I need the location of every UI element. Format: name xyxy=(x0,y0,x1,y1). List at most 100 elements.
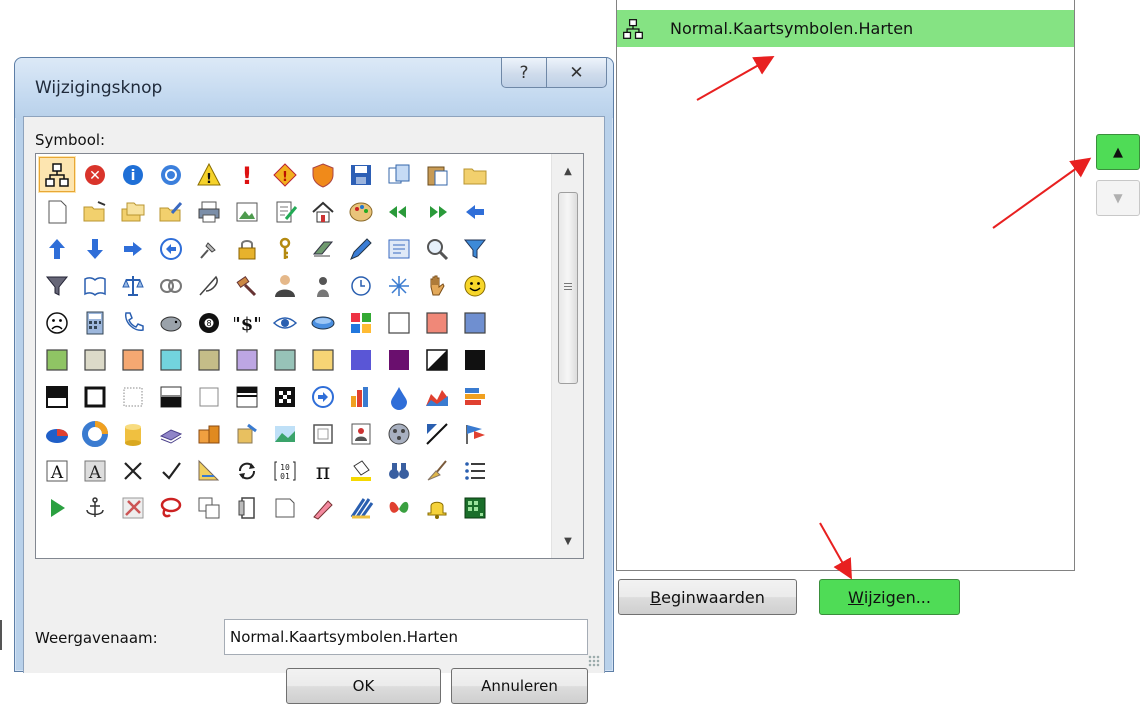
symbol-cell[interactable] xyxy=(228,378,266,415)
symbol-cell[interactable] xyxy=(304,193,342,230)
close-button[interactable]: ✕ xyxy=(547,58,607,88)
symbol-cell[interactable] xyxy=(38,230,76,267)
symbol-cell[interactable] xyxy=(190,230,228,267)
symbol-cell[interactable] xyxy=(456,304,494,341)
symbol-cell[interactable] xyxy=(342,230,380,267)
symbol-cell[interactable] xyxy=(38,267,76,304)
symbol-cell[interactable] xyxy=(152,230,190,267)
symbol-cell[interactable] xyxy=(380,267,418,304)
symbol-cell[interactable] xyxy=(152,304,190,341)
symbol-cell[interactable] xyxy=(380,341,418,378)
symbol-cell[interactable] xyxy=(342,193,380,230)
symbol-cell[interactable] xyxy=(114,341,152,378)
symbol-cell[interactable] xyxy=(304,230,342,267)
symbol-cell[interactable] xyxy=(456,378,494,415)
symbol-cell[interactable] xyxy=(152,341,190,378)
symbol-cell[interactable] xyxy=(266,489,304,526)
symbol-cell[interactable] xyxy=(76,341,114,378)
symbol-cell[interactable] xyxy=(418,415,456,452)
symbol-cell[interactable] xyxy=(304,378,342,415)
symbol-cell[interactable] xyxy=(38,489,76,526)
symbol-cell[interactable] xyxy=(418,452,456,489)
symbol-cell[interactable] xyxy=(456,489,494,526)
display-name-input[interactable] xyxy=(224,619,588,655)
symbol-cell[interactable] xyxy=(190,415,228,452)
symbol-cell[interactable] xyxy=(342,378,380,415)
symbol-cell[interactable]: ✕ xyxy=(76,156,114,193)
modify-button[interactable]: Wijzigen... xyxy=(819,579,960,615)
symbol-cell[interactable] xyxy=(38,193,76,230)
symbol-cell[interactable] xyxy=(152,156,190,193)
symbol-cell[interactable] xyxy=(114,193,152,230)
symbol-cell[interactable] xyxy=(304,415,342,452)
symbol-cell[interactable] xyxy=(76,489,114,526)
symbol-cell[interactable] xyxy=(114,378,152,415)
symbol-cell[interactable]: 8 xyxy=(190,304,228,341)
symbol-cell[interactable] xyxy=(152,489,190,526)
symbol-cell[interactable] xyxy=(190,489,228,526)
symbol-cell[interactable] xyxy=(456,415,494,452)
symbol-cell[interactable]: "$" xyxy=(228,304,266,341)
symbol-cell[interactable] xyxy=(38,341,76,378)
size-grip-icon[interactable] xyxy=(588,655,600,667)
symbol-cell[interactable] xyxy=(456,193,494,230)
symbol-cell[interactable] xyxy=(190,267,228,304)
move-up-button[interactable]: ▲ xyxy=(1096,134,1140,170)
symbol-cell[interactable] xyxy=(114,452,152,489)
symbol-cell[interactable] xyxy=(380,489,418,526)
symbol-cell[interactable] xyxy=(38,304,76,341)
reset-button[interactable]: Beginwaarden xyxy=(618,579,797,615)
symbol-cell[interactable] xyxy=(380,378,418,415)
symbol-cell[interactable] xyxy=(228,341,266,378)
scroll-thumb[interactable] xyxy=(558,192,578,384)
symbol-cell[interactable] xyxy=(76,267,114,304)
symbol-cell[interactable] xyxy=(152,378,190,415)
symbol-cell[interactable] xyxy=(266,230,304,267)
symbol-cell[interactable] xyxy=(380,452,418,489)
symbol-cell[interactable] xyxy=(342,267,380,304)
symbol-cell[interactable] xyxy=(456,230,494,267)
symbol-cell[interactable] xyxy=(418,193,456,230)
symbol-cell[interactable] xyxy=(380,415,418,452)
symbol-cell[interactable] xyxy=(266,304,304,341)
symbol-cell[interactable] xyxy=(380,156,418,193)
symbol-cell[interactable] xyxy=(190,341,228,378)
symbol-cell[interactable] xyxy=(456,156,494,193)
ok-button[interactable]: OK xyxy=(286,668,441,704)
move-down-button[interactable]: ▼ xyxy=(1096,180,1140,216)
symbol-cell[interactable] xyxy=(114,489,152,526)
scroll-up-arrow-icon[interactable]: ▲ xyxy=(552,156,584,186)
symbol-cell[interactable] xyxy=(456,267,494,304)
symbol-cell[interactable]: i xyxy=(114,156,152,193)
symbol-cell[interactable]: π xyxy=(304,452,342,489)
symbol-cell[interactable] xyxy=(228,193,266,230)
symbol-cell[interactable] xyxy=(418,304,456,341)
symbol-cell[interactable] xyxy=(418,156,456,193)
symbol-cell[interactable] xyxy=(190,193,228,230)
symbol-cell[interactable] xyxy=(380,304,418,341)
symbol-cell[interactable] xyxy=(38,415,76,452)
symbol-cell[interactable] xyxy=(228,489,266,526)
symbol-cell[interactable]: ! xyxy=(190,156,228,193)
symbol-cell[interactable] xyxy=(190,452,228,489)
symbol-cell[interactable]: ! xyxy=(228,156,266,193)
symbol-cell[interactable] xyxy=(228,452,266,489)
symbol-cell[interactable] xyxy=(342,156,380,193)
symbol-cell[interactable] xyxy=(152,193,190,230)
scroll-down-arrow-icon[interactable]: ▼ xyxy=(552,526,584,556)
symbol-cell[interactable] xyxy=(228,267,266,304)
symbol-cell[interactable] xyxy=(266,415,304,452)
symbol-cell[interactable] xyxy=(456,341,494,378)
symbol-cell[interactable] xyxy=(266,341,304,378)
help-button[interactable]: ? xyxy=(501,58,547,88)
symbol-cell[interactable] xyxy=(418,230,456,267)
symbol-cell[interactable] xyxy=(266,193,304,230)
symbol-cell[interactable] xyxy=(76,378,114,415)
symbol-cell[interactable]: A xyxy=(38,452,76,489)
symbol-cell[interactable] xyxy=(304,304,342,341)
symbol-cell[interactable] xyxy=(380,193,418,230)
symbol-cell[interactable]: 10 01 xyxy=(266,452,304,489)
symbol-cell[interactable] xyxy=(114,267,152,304)
symbol-cell[interactable] xyxy=(304,156,342,193)
symbol-cell[interactable] xyxy=(418,489,456,526)
